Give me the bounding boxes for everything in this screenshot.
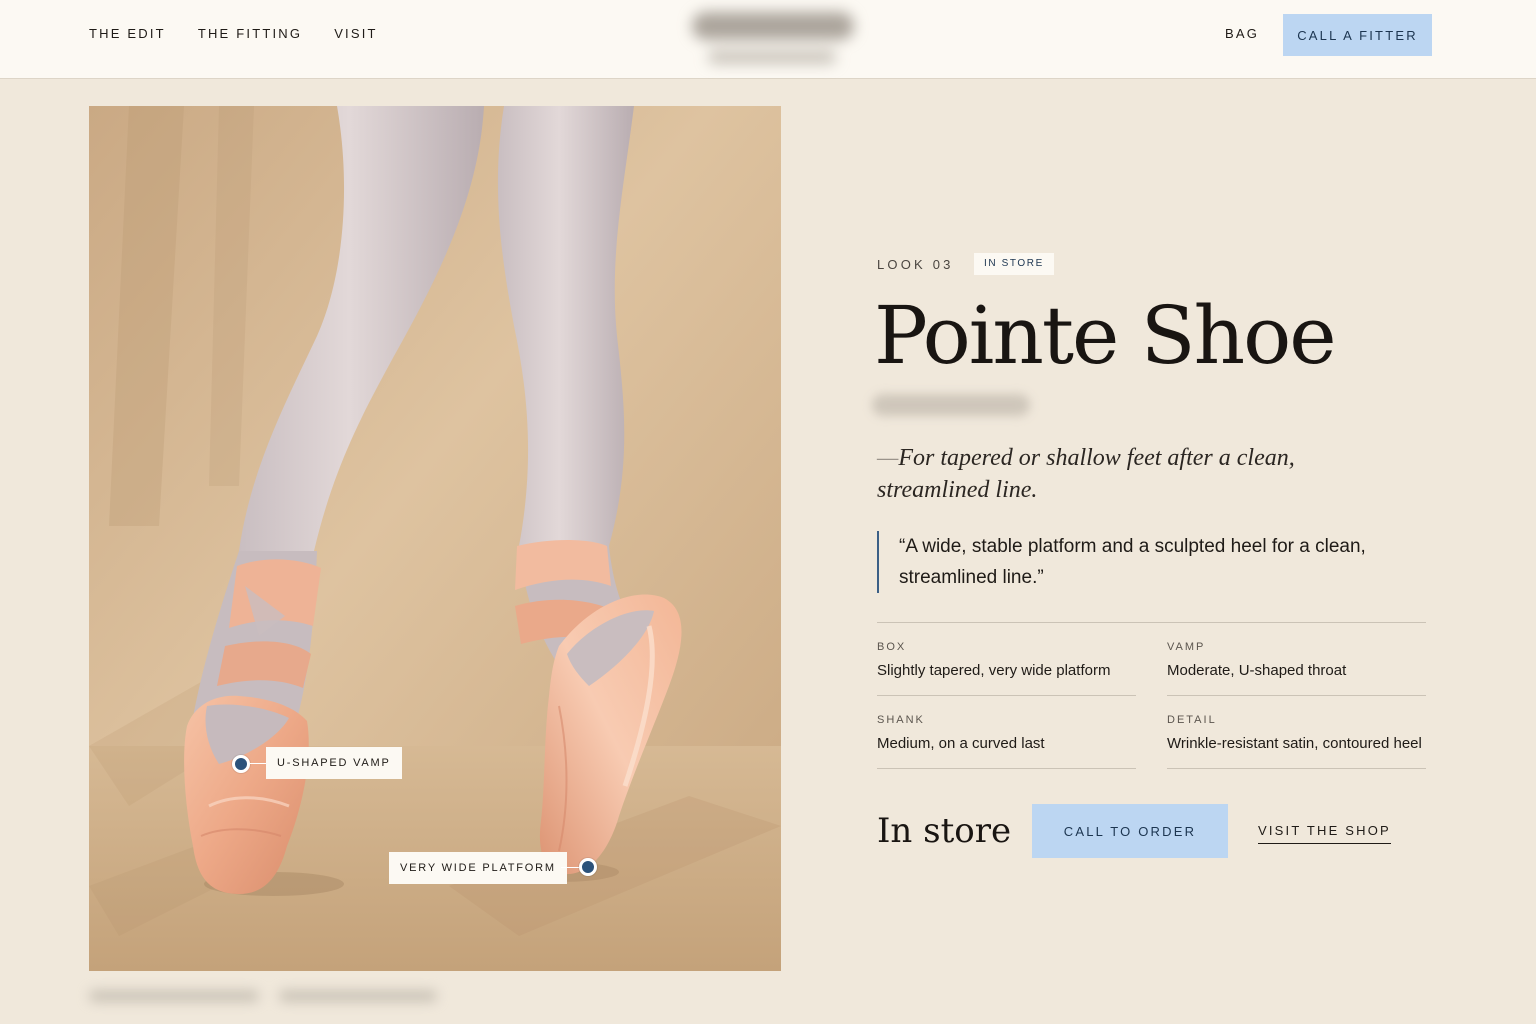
platform-callout-dot[interactable]	[579, 858, 597, 876]
spec-value: Moderate, U-shaped throat	[1167, 662, 1347, 679]
spec-value: Medium, on a curved last	[877, 735, 1045, 752]
spec-box: BOX Slightly tapered, very wide platform	[877, 623, 1136, 696]
main-nav: THE EDIT THE FITTING VISIT	[89, 26, 410, 42]
spec-value: Wrinkle-resistant satin, contoured heel	[1167, 735, 1422, 752]
call-a-fitter-button[interactable]: CALL A FITTER	[1283, 14, 1432, 56]
spec-value: Slightly tapered, very wide platform	[877, 662, 1111, 679]
site-header: THE EDIT THE FITTING VISIT BAG CALL A FI…	[0, 0, 1536, 79]
brand-logo[interactable]	[688, 6, 858, 76]
nav-item-the-fitting[interactable]: THE FITTING	[198, 26, 302, 42]
look-number: LOOK 03	[877, 257, 954, 272]
photo-caption	[89, 986, 439, 1006]
caption-blurred-part-1	[89, 990, 259, 1002]
spec-detail: DETAIL Wrinkle-resistant satin, contoure…	[1167, 696, 1426, 769]
nav-item-the-edit[interactable]: THE EDIT	[89, 26, 166, 42]
spec-label: DETAIL	[1167, 714, 1217, 726]
tagline-text: For tapered or shallow feet after a clea…	[877, 445, 1295, 503]
platform-callout-label: VERY WIDE PLATFORM	[389, 852, 567, 884]
caption-blurred-part-2	[279, 990, 437, 1002]
nav-item-visit[interactable]: VISIT	[334, 26, 378, 42]
spec-grid: BOX Slightly tapered, very wide platform…	[877, 622, 1426, 769]
product-subtitle	[872, 394, 1030, 416]
spec-label: VAMP	[1167, 641, 1206, 653]
logo-subline-blurred	[708, 50, 836, 64]
product-title: Pointe Shoe	[874, 289, 1337, 382]
product-tagline: —For tapered or shallow feet after a cle…	[877, 442, 1347, 506]
spec-label: BOX	[877, 641, 907, 653]
product-photo: U-SHAPED VAMP VERY WIDE PLATFORM	[89, 106, 781, 971]
ballet-pointe-illustration	[89, 106, 781, 971]
availability-label: In store	[877, 811, 1012, 851]
spec-label: SHANK	[877, 714, 925, 726]
call-to-order-button[interactable]: CALL TO ORDER	[1032, 804, 1228, 858]
vamp-callout-label: U-SHAPED VAMP	[266, 747, 402, 779]
logo-wordmark-blurred	[692, 12, 854, 40]
vamp-callout-dot[interactable]	[232, 755, 250, 773]
spec-vamp: VAMP Moderate, U-shaped throat	[1167, 623, 1426, 696]
bag-link[interactable]: BAG	[1225, 26, 1259, 42]
vamp-callout-line	[250, 763, 266, 764]
fitter-quote: “A wide, stable platform and a sculpted …	[877, 531, 1389, 593]
platform-callout-line	[561, 867, 579, 868]
visit-the-shop-link[interactable]: VISIT THE SHOP	[1258, 823, 1391, 844]
spec-shank: SHANK Medium, on a curved last	[877, 696, 1136, 769]
tagline-dash: —	[877, 445, 899, 471]
status-badge: IN STORE	[974, 253, 1054, 275]
